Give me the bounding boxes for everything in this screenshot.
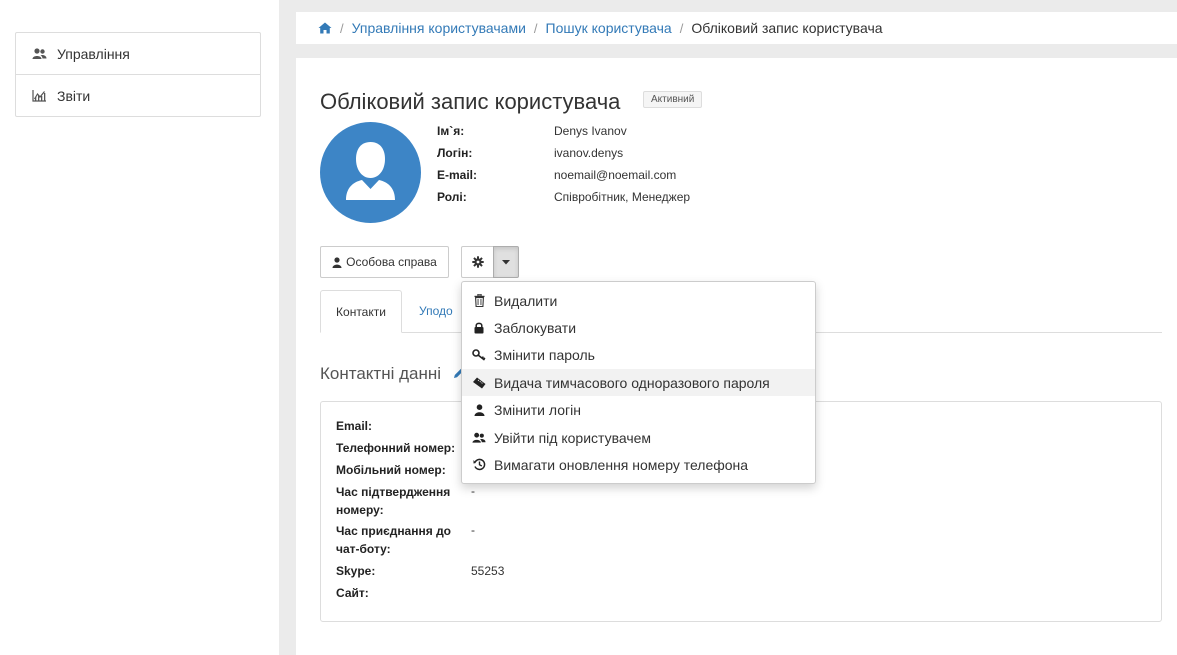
contact-label-site: Сайт: — [336, 586, 369, 600]
users-icon — [472, 432, 486, 443]
breadcrumb-link-user-management[interactable]: Управління користувачами — [352, 20, 526, 36]
menu-item-login-as-user[interactable]: Увійти під користувачем — [462, 424, 815, 451]
menu-item-change-login[interactable]: Змінити логін — [462, 396, 815, 423]
gear-icon — [471, 256, 484, 268]
contact-value-skype: 55253 — [471, 564, 505, 578]
sidebar-item-management[interactable]: Управління — [16, 33, 260, 75]
contact-label-chatbot-time: Час приєднання до чат-боту: — [336, 524, 452, 556]
menu-item-label: Видача тимчасового одноразового пароля — [494, 374, 770, 391]
avatar — [320, 122, 421, 223]
menu-item-label: Увійти під користувачем — [494, 429, 652, 446]
info-label-login: Логін: — [437, 146, 473, 160]
info-value-name: Denys Ivanov — [554, 124, 627, 138]
info-label-name: Ім`я: — [437, 124, 465, 138]
contact-value-confirmation-time: - — [471, 484, 475, 498]
menu-item-label: Вимагати оновлення номеру телефона — [494, 456, 749, 473]
tab-contacts[interactable]: Контакти — [320, 290, 402, 333]
info-value-login: ivanov.denys — [554, 146, 624, 160]
menu-item-label: Видалити — [494, 292, 558, 309]
contact-label-mobile: Мобільний номер: — [336, 463, 446, 477]
status-badge: Активний — [643, 91, 703, 108]
menu-item-label: Заблокувати — [494, 319, 577, 336]
contact-label-phone: Телефонний номер: — [336, 441, 456, 455]
menu-item-require-phone-update[interactable]: Вимагати оновлення номеру телефона — [462, 451, 815, 478]
menu-item-delete[interactable]: Видалити — [462, 287, 815, 314]
breadcrumb-separator: / — [340, 20, 344, 36]
menu-item-temporary-password[interactable]: Видача тимчасового одноразового пароля — [462, 369, 815, 396]
ticket-icon — [473, 377, 486, 388]
caret-down-icon — [502, 259, 510, 264]
menu-item-label: Змінити пароль — [494, 346, 595, 363]
info-value-email: noemail@noemail.com — [554, 168, 677, 182]
contact-label-confirmation-time: Час підтвердження номеру: — [336, 485, 451, 517]
contact-label-skype: Skype: — [336, 564, 376, 578]
menu-item-label: Змінити логін — [494, 401, 581, 418]
breadcrumb-separator: / — [533, 20, 538, 36]
sidebar-item-reports[interactable]: Звіти — [16, 75, 260, 116]
contacts-section-title: Контактні данні — [320, 364, 442, 383]
settings-dropdown-toggle[interactable] — [493, 246, 519, 278]
breadcrumb: / Управління користувачами / Пошук корис… — [296, 12, 1177, 44]
personal-file-label: Особова справа — [346, 255, 437, 269]
user-icon — [474, 403, 484, 416]
chart-icon — [32, 90, 46, 102]
tab-label: Контакти — [336, 304, 386, 319]
user-icon — [332, 256, 342, 268]
trash-icon — [474, 294, 484, 307]
user-avatar-icon — [346, 142, 395, 200]
actions-dropdown-menu: Видалити Заблокувати Змінити пароль Вида… — [461, 281, 816, 484]
users-icon — [32, 47, 47, 59]
info-value-roles: Співробітник, Менеджер — [554, 190, 691, 204]
sidebar-item-label: Звіти — [57, 87, 91, 104]
breadcrumb-separator: / — [679, 20, 684, 36]
history-icon — [473, 458, 485, 471]
lock-icon — [474, 322, 484, 333]
home-icon[interactable] — [318, 22, 332, 34]
breadcrumb-current: Обліковий запис користувача — [691, 20, 883, 36]
personal-file-button[interactable]: Особова справа — [320, 246, 449, 278]
contact-label-email: Email: — [336, 419, 373, 433]
key-icon — [472, 348, 486, 361]
info-label-email: E-mail: — [437, 168, 478, 182]
page-title: Обліковий запис користувача — [320, 89, 621, 114]
menu-item-block[interactable]: Заблокувати — [462, 314, 815, 341]
menu-item-change-password[interactable]: Змінити пароль — [462, 341, 815, 368]
sidebar-item-label: Управління — [57, 45, 130, 62]
breadcrumb-link-user-search[interactable]: Пошук користувача — [546, 20, 672, 36]
info-label-roles: Ролі: — [437, 190, 467, 204]
contact-value-chatbot-time: - — [471, 523, 475, 537]
sidebar: Управління Звіти — [15, 32, 261, 117]
tab-preferences[interactable]: Уподо — [419, 304, 453, 318]
settings-button[interactable] — [461, 246, 494, 278]
